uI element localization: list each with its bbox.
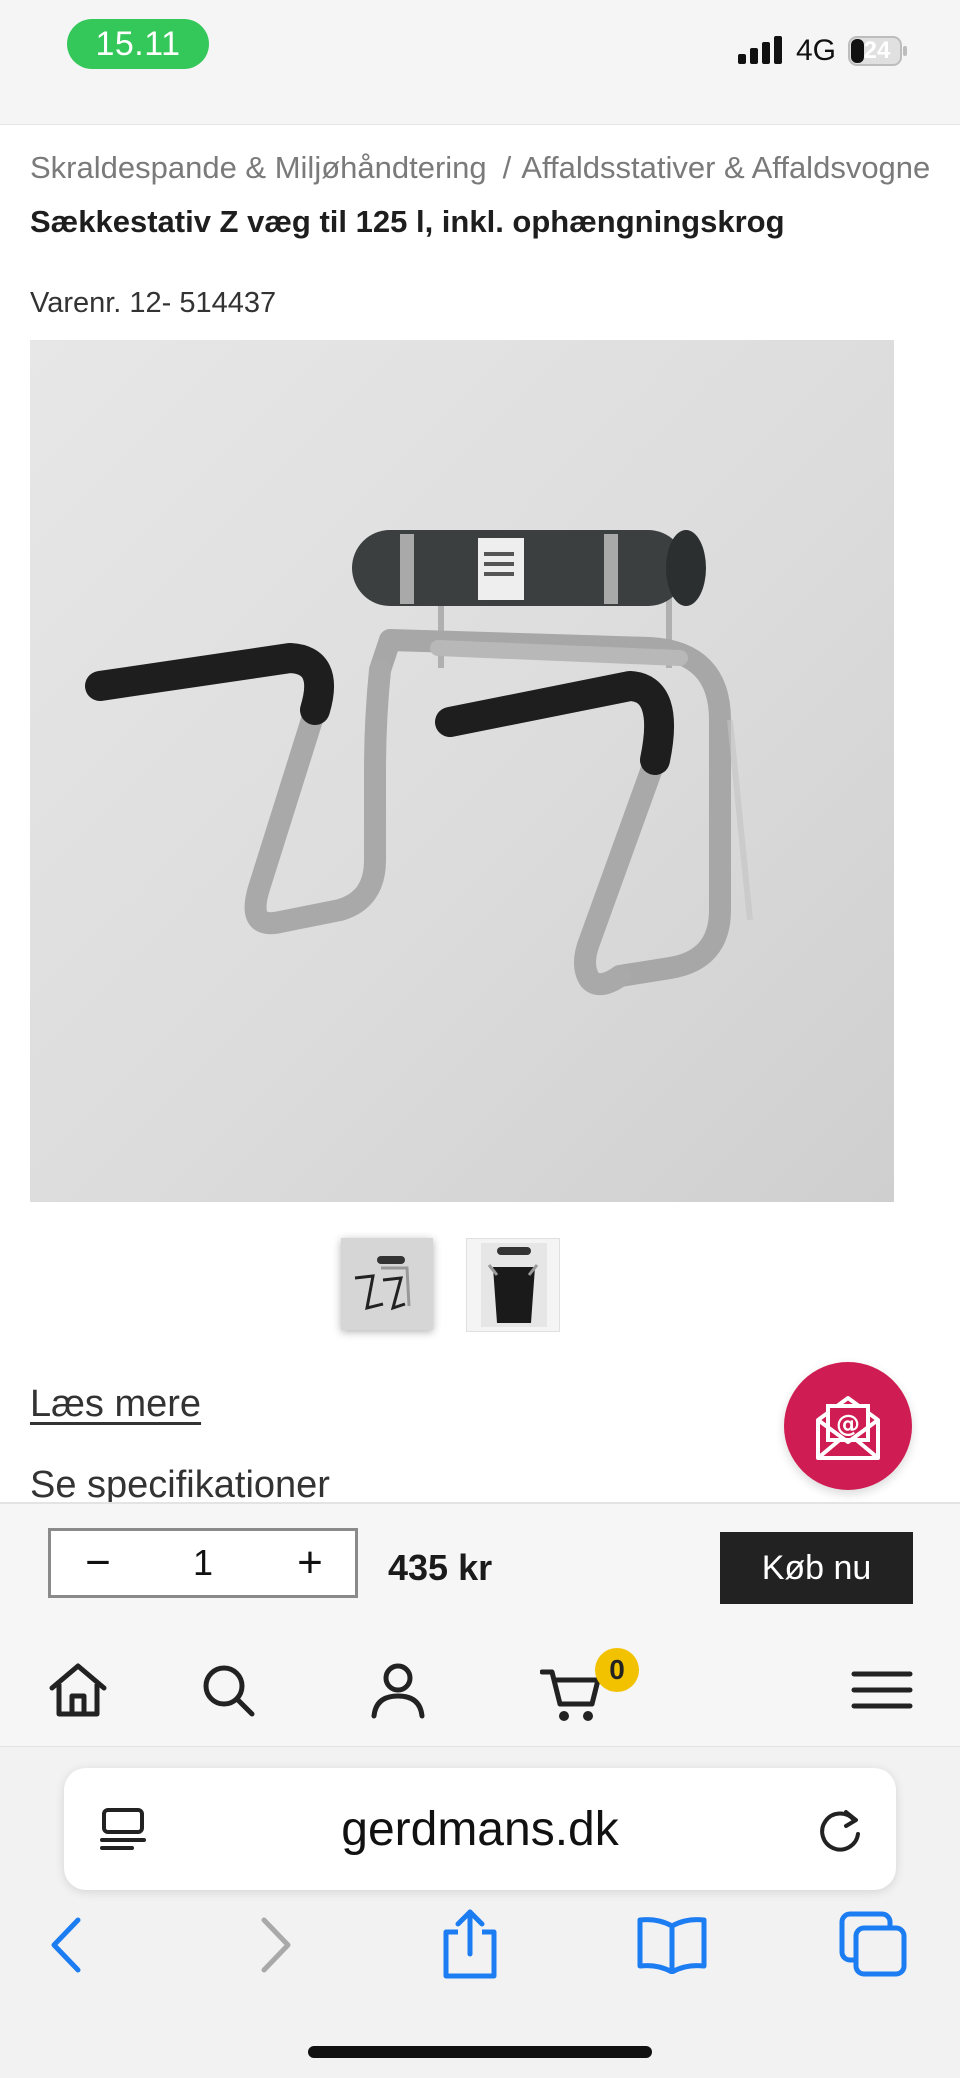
back-icon[interactable] [44, 1914, 90, 1976]
forward-icon[interactable] [252, 1914, 298, 1976]
home-indicator [308, 2046, 652, 2058]
bookmarks-icon[interactable] [636, 1914, 708, 1974]
product-sku: Varenr. 12- 514437 [30, 287, 277, 319]
quantity-input[interactable]: 1 [180, 1532, 226, 1594]
breadcrumb: Skraldespande & Miljøhåndtering / Affaldss… [30, 150, 960, 186]
breadcrumb-item-waste-bins[interactable]: Skraldespande & Miljøhåndtering [30, 150, 487, 185]
quantity-increase-button[interactable]: + [290, 1532, 330, 1594]
menu-icon[interactable] [850, 1658, 914, 1722]
account-icon[interactable] [366, 1658, 430, 1722]
bottom-nav [0, 1630, 960, 1747]
buy-now-button[interactable]: Køb nu [720, 1532, 913, 1604]
reload-icon[interactable] [814, 1806, 866, 1858]
battery-icon: 24 [848, 36, 908, 66]
status-time: 15.11 [67, 19, 209, 69]
product-price: 435 kr [388, 1547, 493, 1588]
breadcrumb-separator: / [502, 150, 512, 185]
product-image[interactable] [30, 340, 894, 1202]
search-icon[interactable] [196, 1658, 260, 1722]
quantity-decrease-button[interactable]: − [78, 1532, 118, 1594]
network-type: 4G [796, 34, 837, 67]
thumbnail-2[interactable] [466, 1238, 560, 1332]
specifications-link[interactable]: Se specifikationer [30, 1464, 330, 1504]
product-title: Sækkestativ Z væg til 125 l, inkl. ophæn… [30, 204, 785, 239]
thumbnail-1[interactable] [341, 1238, 433, 1330]
battery-level: 24 [863, 37, 891, 64]
cart-count-badge: 0 [595, 1648, 639, 1692]
newsletter-button[interactable]: @ [784, 1362, 912, 1490]
breadcrumb-item-waste-stands[interactable]: Affaldsstativer & Affaldsvogne [521, 150, 930, 185]
share-icon[interactable] [440, 1908, 500, 1980]
url-text[interactable]: gerdmans.dk [64, 1768, 896, 1890]
home-icon[interactable] [46, 1658, 110, 1722]
mail-icon: @ [816, 1396, 880, 1460]
signal-icon [738, 36, 782, 64]
tabs-icon[interactable] [838, 1910, 908, 1978]
read-more-link[interactable]: Læs mere [30, 1383, 201, 1426]
